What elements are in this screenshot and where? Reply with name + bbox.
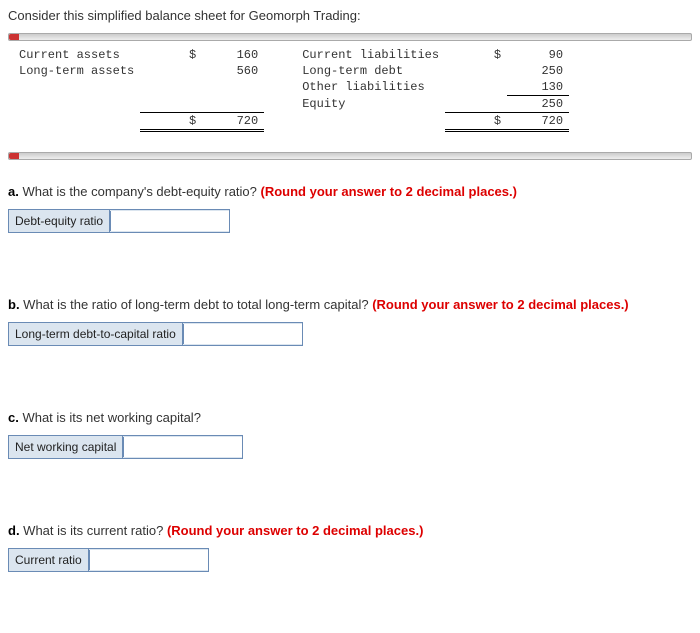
asset-currency	[140, 63, 202, 79]
liab-value: 130	[507, 79, 569, 96]
question-text: What is the company's debt-equity ratio?	[19, 184, 261, 199]
question-prefix: c.	[8, 410, 19, 425]
question-hint: (Round your answer to 2 decimal places.)	[261, 184, 517, 199]
liab-label: Current liabilities	[296, 47, 445, 63]
net-working-capital-input[interactable]	[123, 437, 242, 457]
question-b: b. What is the ratio of long-term debt t…	[8, 297, 692, 312]
asset-total-currency: $	[140, 113, 202, 131]
question-hint: (Round your answer to 2 decimal places.)	[167, 523, 423, 538]
liab-value: 250	[507, 96, 569, 113]
question-a: a. What is the company's debt-equity rat…	[8, 184, 692, 199]
question-hint: (Round your answer to 2 decimal places.)	[372, 297, 628, 312]
asset-currency: $	[140, 47, 202, 63]
question-prefix: b.	[8, 297, 20, 312]
liab-currency	[445, 63, 507, 79]
answer-row-d: Current ratio	[8, 548, 209, 572]
answer-row-a: Debt-equity ratio	[8, 209, 230, 233]
question-c: c. What is its net working capital?	[8, 410, 692, 425]
liab-label: Long-term debt	[296, 63, 445, 79]
answer-label: Net working capital	[9, 436, 123, 458]
question-text: What is its current ratio?	[20, 523, 167, 538]
liab-value: 250	[507, 63, 569, 79]
balance-sheet-table: Current assets $ 160 Current liabilities…	[13, 47, 569, 132]
asset-value: 160	[202, 47, 264, 63]
liab-label: Other liabilities	[296, 79, 445, 96]
question-prefix: d.	[8, 523, 20, 538]
liab-total-currency: $	[445, 113, 507, 131]
question-d: d. What is its current ratio? (Round you…	[8, 523, 692, 538]
liab-label: Equity	[296, 96, 445, 113]
asset-label: Current assets	[13, 47, 140, 63]
answer-label: Current ratio	[9, 549, 89, 571]
liab-total-value: 720	[507, 113, 569, 131]
asset-value: 560	[202, 63, 264, 79]
table-scrollbar[interactable]	[8, 152, 692, 160]
answer-label: Long-term debt-to-capital ratio	[9, 323, 183, 345]
current-ratio-input[interactable]	[89, 550, 208, 570]
asset-total-value: 720	[202, 113, 264, 131]
question-text: What is the ratio of long-term debt to t…	[20, 297, 373, 312]
long-term-debt-to-capital-input[interactable]	[183, 324, 302, 344]
debt-equity-ratio-input[interactable]	[110, 211, 229, 231]
asset-label: Long-term assets	[13, 63, 140, 79]
liab-currency	[445, 96, 507, 113]
answer-row-b: Long-term debt-to-capital ratio	[8, 322, 303, 346]
intro-text: Consider this simplified balance sheet f…	[8, 8, 692, 23]
liab-currency	[445, 79, 507, 96]
answer-label: Debt-equity ratio	[9, 210, 110, 232]
question-prefix: a.	[8, 184, 19, 199]
liab-value: 90	[507, 47, 569, 63]
liab-currency: $	[445, 47, 507, 63]
question-text: What is its net working capital?	[19, 410, 201, 425]
answer-row-c: Net working capital	[8, 435, 243, 459]
table-scrollbar[interactable]	[8, 33, 692, 41]
